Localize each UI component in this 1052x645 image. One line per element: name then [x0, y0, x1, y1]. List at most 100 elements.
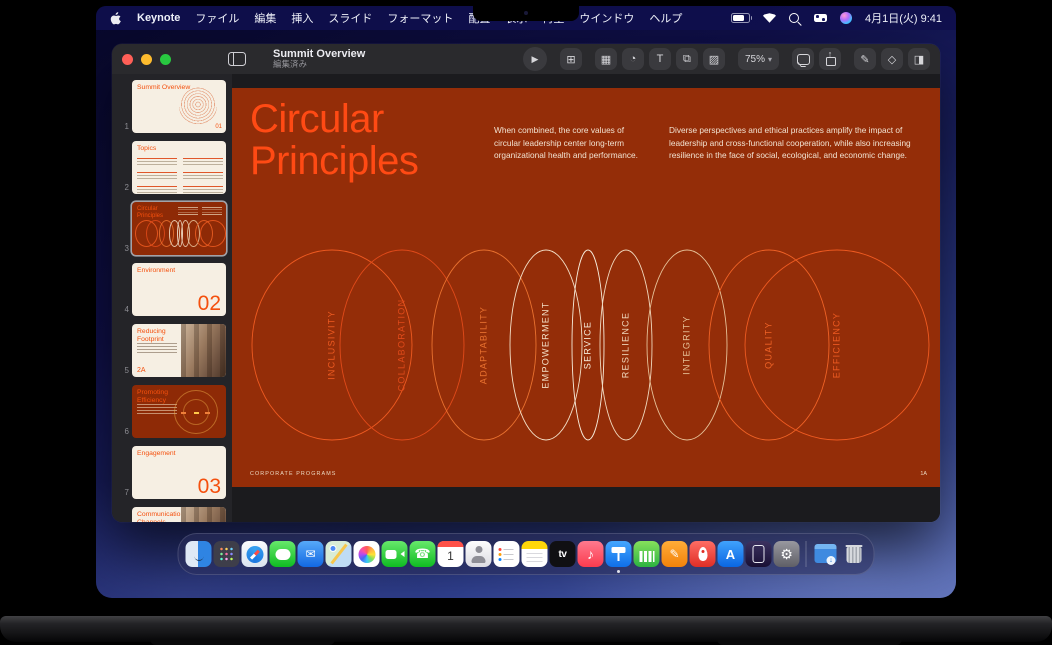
thumbnail-photo: [181, 507, 226, 522]
minimize-button[interactable]: [141, 54, 152, 65]
text-box-button[interactable]: T: [649, 48, 671, 70]
diagram-label: EMPOWERMENT: [540, 301, 550, 388]
diagram-label: RESILIENCE: [620, 312, 630, 379]
slide-body-left[interactable]: When combined, the core values of circul…: [494, 124, 650, 162]
menu-item-3[interactable]: 挿入: [291, 10, 313, 26]
laptop-screen: Keynote ファイル編集挿入スライドフォーマット配置表示再生ウインドウヘルプ…: [96, 6, 956, 598]
menu-item-4[interactable]: スライド: [328, 10, 372, 26]
dock-music-icon[interactable]: ♪: [578, 541, 604, 567]
dock-facetime-icon[interactable]: [382, 541, 408, 567]
dock-tv-icon[interactable]: tv: [550, 541, 576, 567]
media-button[interactable]: ▨: [703, 48, 725, 70]
menu-item-2[interactable]: 編集: [254, 10, 276, 26]
dock-launchpad-icon[interactable]: [214, 541, 240, 567]
menu-item-10[interactable]: ヘルプ: [649, 10, 682, 26]
table-button[interactable]: ▦: [595, 48, 617, 70]
slide-thumbnail-row: 3Circular Principles: [117, 202, 232, 255]
thumbnail-page-label: 03: [198, 475, 221, 499]
control-center-icon[interactable]: [814, 14, 827, 23]
dock: ✉ ☎1 tv♪ ✎ A ⚙: [178, 533, 875, 575]
thumbnail-topic-block: [137, 158, 177, 167]
slide-thumbnail-2[interactable]: Topics: [132, 141, 226, 194]
thumbnail-topic-grid: [137, 158, 223, 194]
zoom-level-button[interactable]: 75%▾: [738, 48, 779, 70]
menu-left: Keynote ファイル編集挿入スライドフォーマット配置表示再生ウインドウヘルプ: [110, 10, 682, 26]
thumbnail-photo: [181, 324, 226, 377]
view-options-button[interactable]: [225, 48, 249, 70]
thumbnail-topic-block: [183, 172, 223, 181]
window-title-block: Summit Overview 編集済み: [273, 48, 365, 70]
slide-thumbnail-7[interactable]: Engagement03: [132, 446, 226, 499]
dock-notes-icon[interactable]: [522, 541, 548, 567]
menu-datetime[interactable]: 4月1日(火) 9:41: [865, 10, 942, 26]
dock-safari-icon[interactable]: [242, 541, 268, 567]
thumbnail-rings-graphic: [174, 390, 218, 434]
comment-button[interactable]: [792, 48, 814, 70]
dock-maps-icon[interactable]: [326, 541, 352, 567]
chevron-down-icon: ▾: [768, 55, 772, 64]
share-button[interactable]: [819, 48, 841, 70]
slide-thumbnail-5[interactable]: Reducing Footprint2A: [132, 324, 226, 377]
search-icon[interactable]: [789, 13, 799, 23]
toolbar-group-actions: [792, 48, 841, 70]
camera-notch: [473, 6, 579, 21]
close-button[interactable]: [122, 54, 133, 65]
thumbnail-topic-block: [183, 158, 223, 167]
dock-settings-icon[interactable]: ⚙: [774, 541, 800, 567]
menu-item-5[interactable]: フォーマット: [387, 10, 453, 26]
dock-pages-icon[interactable]: ✎: [662, 541, 688, 567]
dock-appstore-icon[interactable]: A: [718, 541, 744, 567]
format-button[interactable]: ✎: [854, 48, 876, 70]
dock-iphone-mirroring-icon[interactable]: [746, 541, 772, 567]
battery-icon[interactable]: [731, 13, 750, 24]
dock-reminders-icon[interactable]: [494, 541, 520, 567]
dock-calendar-icon[interactable]: 1: [438, 541, 464, 567]
menu-item-1[interactable]: ファイル: [195, 10, 239, 26]
dock-finder-icon[interactable]: [186, 541, 212, 567]
dock-keynote-icon[interactable]: [606, 541, 632, 567]
slide-thumbnail-row: 8Communication Channels: [117, 507, 232, 522]
dock-divider: [806, 541, 807, 567]
dock-phone-icon[interactable]: ☎: [410, 541, 436, 567]
chart-button[interactable]: ◔: [622, 48, 644, 70]
dock-photos-icon[interactable]: [354, 541, 380, 567]
thumbnail-topic-block: [183, 186, 223, 194]
slide-thumbnail-1[interactable]: Summit Overview01: [132, 80, 226, 133]
diagram-label: QUALITY: [763, 321, 773, 369]
dock-rocket-icon[interactable]: [690, 541, 716, 567]
siri-icon[interactable]: [840, 12, 852, 24]
slide-thumbnail-3[interactable]: Circular Principles: [132, 202, 226, 255]
thumbnail-page-label: 01: [215, 124, 222, 130]
zoom-window-button[interactable]: [160, 54, 171, 65]
slide-thumbnail-6[interactable]: Promoting Efficiency: [132, 385, 226, 438]
slide-thumbnail-row: 1Summit Overview01: [117, 80, 232, 133]
dock-contacts-icon[interactable]: [466, 541, 492, 567]
diagram-label: EFFICIENCY: [831, 312, 841, 379]
apple-menu-icon[interactable]: [110, 11, 122, 25]
document-button[interactable]: ◨: [908, 48, 930, 70]
dock-downloads-icon[interactable]: [813, 541, 839, 567]
slide-number: 1: [117, 122, 129, 133]
play-button[interactable]: ▶: [523, 47, 547, 71]
diagram-label: INTEGRITY: [681, 315, 691, 375]
dock-numbers-icon[interactable]: [634, 541, 660, 567]
slide-canvas[interactable]: INCLUSIVITYCOLLABORATIONADAPTABILITYEMPO…: [232, 88, 940, 487]
slide-title[interactable]: CircularPrinciples: [250, 98, 418, 182]
dock-trash-icon[interactable]: [841, 541, 867, 567]
dock-messages-icon[interactable]: [270, 541, 296, 567]
wifi-icon[interactable]: [763, 13, 776, 23]
slide-thumbnail-4[interactable]: Environment02: [132, 263, 226, 316]
toolbar-group-panels: ✎◇◨: [854, 48, 930, 70]
animate-button[interactable]: ◇: [881, 48, 903, 70]
slide-editor-canvas: INCLUSIVITYCOLLABORATIONADAPTABILITYEMPO…: [232, 74, 940, 522]
slide-number: 6: [117, 427, 129, 438]
window-titlebar[interactable]: Summit Overview 編集済み ▶ ⊞ ▦◔T⧉▨ 75%▾ ✎◇◨: [112, 44, 940, 75]
shape-button[interactable]: ⧉: [676, 48, 698, 70]
add-slide-button[interactable]: ⊞: [560, 48, 582, 70]
slide-thumbnail-8[interactable]: Communication Channels: [132, 507, 226, 522]
menu-status-area: 4月1日(火) 9:41: [731, 10, 942, 26]
menu-item-9[interactable]: ウインドウ: [579, 10, 634, 26]
menu-app-name[interactable]: Keynote: [137, 12, 180, 24]
dock-mail-icon[interactable]: ✉: [298, 541, 324, 567]
slide-body-right[interactable]: Diverse perspectives and ethical practic…: [669, 124, 921, 162]
